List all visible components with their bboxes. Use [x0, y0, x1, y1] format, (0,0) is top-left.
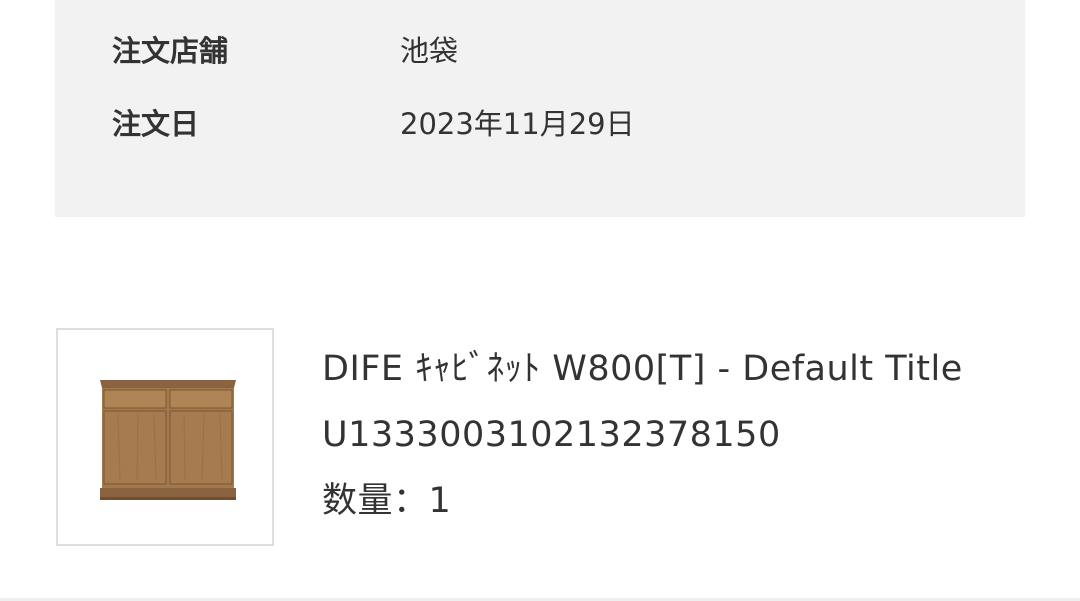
order-date-label: 注文日	[112, 107, 200, 141]
order-date-row: 注文日 2023年11月29日	[112, 102, 635, 142]
product-details: DIFE ｷｬﾋﾞﾈｯﾄ W800[T] - Default Title U13…	[322, 336, 1062, 534]
product-name[interactable]: DIFE ｷｬﾋﾞﾈｯﾄ W800[T] - Default Title	[322, 336, 1062, 402]
product-thumbnail[interactable]	[56, 328, 274, 546]
order-store-label: 注文店舗	[112, 34, 229, 68]
product-quantity: 数量：1	[322, 481, 452, 521]
cabinet-product-image	[100, 380, 236, 500]
product-sku: U1333003102132378150	[322, 415, 781, 455]
order-store-value: 池袋	[400, 34, 459, 68]
order-info-panel: 注文店舗 池袋 注文日 2023年11月29日	[55, 0, 1025, 217]
order-store-row: 注文店舗 池袋	[112, 29, 458, 69]
order-date-value: 2023年11月29日	[400, 107, 635, 141]
